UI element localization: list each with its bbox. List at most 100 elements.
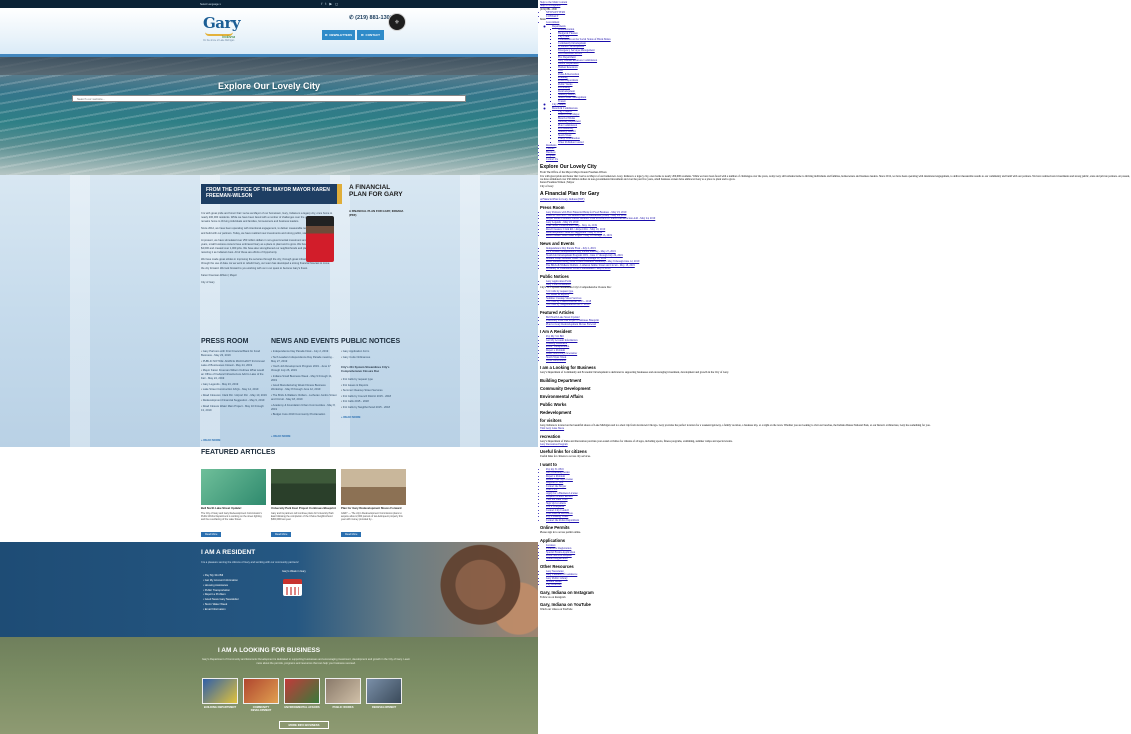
mayor-banner: FROM THE OFFICE OF THE MAYOR MAYOR KAREN…	[201, 184, 342, 204]
card-image	[341, 469, 406, 505]
business-tile[interactable]: PUBLIC WORKS	[325, 678, 361, 709]
list-item[interactable]: Contact the Police Department	[546, 519, 1131, 522]
search-bar[interactable]	[72, 95, 466, 102]
financial-link[interactable]: A Financial Plan for Gary, Indiana (PDF)	[540, 198, 1131, 201]
youtube-text: Watch our videos on YouTube	[540, 608, 573, 612]
instagram-icon[interactable]: ◻	[335, 2, 338, 6]
calendar-icon[interactable]	[283, 579, 302, 596]
featured-card[interactable]: Plan for Gary Redevelopment Moves Forwar…	[341, 469, 406, 540]
list-item[interactable]: Independence Day Parade Float - July 2, …	[271, 350, 337, 354]
resources-list: Gary NewsletterGary Chamber of CommerceG…	[546, 570, 1131, 587]
business-tile[interactable]: BUILDING DEPARTMENT	[202, 678, 238, 709]
list-item[interactable]: Road Closures: Clark Rd. / Airport Rd. -…	[201, 394, 267, 398]
list-item[interactable]: 311 Calls by Council District 2015 - 201…	[341, 395, 407, 399]
visitors-link[interactable]: Visit Gary Lake Shore	[540, 427, 1131, 430]
list-item[interactable]: Road Closure Water Main Project - May 10…	[546, 234, 1131, 237]
list-item[interactable]: 311 Issues & Reports	[341, 384, 407, 388]
facebook-icon[interactable]: f	[321, 2, 322, 6]
list-item[interactable]: 311 Calls 2015 - 2018	[341, 400, 407, 404]
youtube-icon[interactable]: ▶	[329, 2, 332, 6]
list-item[interactable]: Academy & Foundation Urban Communities -…	[546, 267, 1131, 270]
list-item[interactable]: 311 Calls by Neighborhood 2015 - 2018	[546, 303, 1131, 306]
financial-plan-link[interactable]: A FINANCIAL PLAN FOR GARY, INDIANA (PDF)	[349, 209, 409, 217]
list-item[interactable]: Youth Job Development Program 2019 - Jun…	[271, 365, 337, 373]
list-item[interactable]: Email Information	[546, 359, 1131, 362]
contact-button[interactable]: ✉ CONTACT	[357, 30, 384, 40]
resident-heading: I Am A Resident	[540, 329, 572, 335]
list-item[interactable]: Mayor Karen Freeman-Wilson Outlines What…	[201, 369, 267, 381]
top-items-list: NEWSLETTERS CONTACT	[546, 11, 1131, 18]
translate-select[interactable]: Select Language ▾	[200, 3, 221, 6]
tile-image	[284, 678, 320, 704]
list-item[interactable]: 311 Calls by Neighborhood 2015 - 2018	[341, 406, 407, 410]
read-more-button[interactable]: Read More	[341, 531, 362, 537]
mail-icon: ✉	[324, 33, 328, 37]
nav-item[interactable]: Contact Us	[546, 158, 1131, 161]
phone-number[interactable]: ✆ (219) 881-1300	[349, 15, 393, 21]
card-title[interactable]: University Park East Project Continues B…	[271, 506, 336, 511]
business-tile[interactable]: COMMUNITY DEVELOPMENT	[243, 678, 279, 712]
news-heading: News and Events	[540, 240, 575, 246]
tile-label[interactable]: REDEVELOPMENT	[366, 706, 402, 709]
list-item[interactable]: The Brick & Walkers: Rollers - Lutheran …	[271, 394, 337, 402]
newsletters-button[interactable]: ✉ NEWSLETTERS	[322, 30, 355, 40]
hero-title: Explore Our Lovely City	[217, 81, 321, 91]
dept-heading: Public Works	[540, 401, 567, 407]
list-item[interactable]: 311 Calls by request type	[341, 378, 407, 382]
press-read-more[interactable]: + READ MORE	[201, 438, 221, 442]
read-more-button[interactable]: Read More	[271, 531, 292, 537]
resident-list: Pay My 311 BillGet My Account Informatio…	[546, 335, 1131, 362]
list-item[interactable]: Indiana Small Business Week - May 9 thro…	[271, 375, 337, 383]
twitter-icon[interactable]: t	[325, 2, 326, 6]
list-item[interactable]: Academy & Foundation Urban Communities -…	[271, 404, 337, 412]
list-item[interactable]: Get My Account Information	[203, 579, 239, 584]
list-item[interactable]: Road Closure Water Main Project - May 10…	[201, 405, 267, 413]
unstyled-page: Skip to the Main Content Skip to Navigat…	[538, 0, 1131, 734]
want-heading: I want to	[540, 461, 557, 467]
news-read-more[interactable]: + READ MORE	[271, 434, 291, 438]
more-info-business-button[interactable]: MORE INFO BUSINESS	[279, 721, 329, 729]
tile-label[interactable]: COMMUNITY DEVELOPMENT	[243, 706, 279, 712]
news-events-list: Independence Day Parade Float - July 2, …	[271, 350, 337, 419]
notices-read-more[interactable]: + READ MORE	[341, 415, 361, 419]
list-item[interactable]: City Directory	[546, 583, 1131, 586]
list-item[interactable]: Plan for Gary Redevelopment Moves Forwar…	[546, 323, 1131, 326]
list-item[interactable]: PUBLIC NOTICE: ADAM E MACCHANT 3rd Annua…	[201, 360, 267, 368]
site-logo[interactable]: Gary	[203, 14, 241, 32]
tile-image	[202, 678, 238, 704]
tile-label[interactable]: PUBLIC WORKS	[325, 706, 361, 709]
list-item[interactable]: Gary Application Form	[341, 350, 407, 354]
card-title[interactable]: Bell North Lake Street Update!	[201, 506, 266, 511]
card-title[interactable]: Plan for Gary Redevelopment Moves Forwar…	[341, 506, 406, 511]
site-header: Gary Indiana On the shore of Lake Michig…	[0, 8, 538, 65]
list-item[interactable]: Vendor Registration	[546, 557, 1131, 560]
list-item[interactable]: Good Manufacturing Week Fitness Business…	[271, 384, 337, 392]
financial-plan-title: A FINANCIAL PLAN FOR GARY	[349, 184, 403, 199]
tile-image	[325, 678, 361, 704]
list-item[interactable]: Lake Street Construction FAQs - May 14, …	[201, 388, 267, 392]
list-item[interactable]: Redevelopment Financial Suggestion - May…	[201, 399, 267, 403]
business-tile[interactable]: ENVIRONMENTAL AFFAIRS	[284, 678, 320, 709]
list-item[interactable]: Summer Cleanup Street Services	[341, 389, 407, 393]
tile-label[interactable]: BUILDING DEPARTMENT	[202, 706, 238, 709]
instagram-text: Follow us on Instagram	[540, 595, 566, 599]
search-input[interactable]	[77, 96, 461, 101]
recreation-link[interactable]: Gary Recreation Program	[540, 443, 1131, 446]
permits-heading: Online Permits	[540, 525, 570, 531]
list-item[interactable]: Gary Legends - May 23, 2019	[201, 383, 267, 387]
card-body: GARY — The city's Redevelopment Commissi…	[341, 511, 403, 522]
list-item[interactable]: Budget Cure 2019 Community Proclamation	[271, 413, 337, 417]
list-item[interactable]: Email Information	[203, 608, 239, 613]
tile-image	[366, 678, 402, 704]
tile-label[interactable]: ENVIRONMENTAL AFFAIRS	[284, 706, 320, 709]
list-item[interactable]: Tech Leaders Independence Day Parade mee…	[271, 356, 337, 364]
contact-label: CONTACT	[365, 33, 380, 37]
list-item[interactable]: Gary Partners with First Financial Bank …	[201, 350, 267, 358]
calendar-label[interactable]: Gary's Week in Gary	[282, 570, 306, 573]
read-more-button[interactable]: Read More	[201, 531, 222, 537]
list-item[interactable]: Gary Code Ordinances	[341, 356, 407, 360]
featured-card[interactable]: University Park East Project Continues B…	[271, 469, 336, 540]
business-tile[interactable]: REDEVELOPMENT	[366, 678, 402, 709]
featured-card[interactable]: Bell North Lake Street Update! The City …	[201, 469, 266, 540]
news-list: Independence Day Parade Float - July 2, …	[546, 247, 1131, 271]
